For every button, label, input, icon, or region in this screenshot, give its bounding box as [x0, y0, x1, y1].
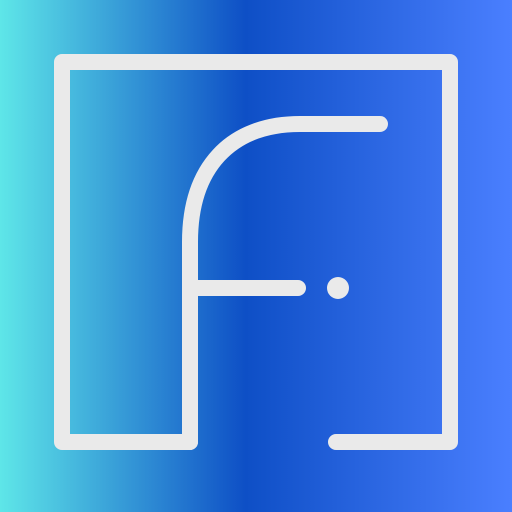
dot-icon	[327, 277, 349, 299]
app-icon	[0, 0, 512, 512]
facebook-style-logo-icon	[0, 0, 512, 512]
